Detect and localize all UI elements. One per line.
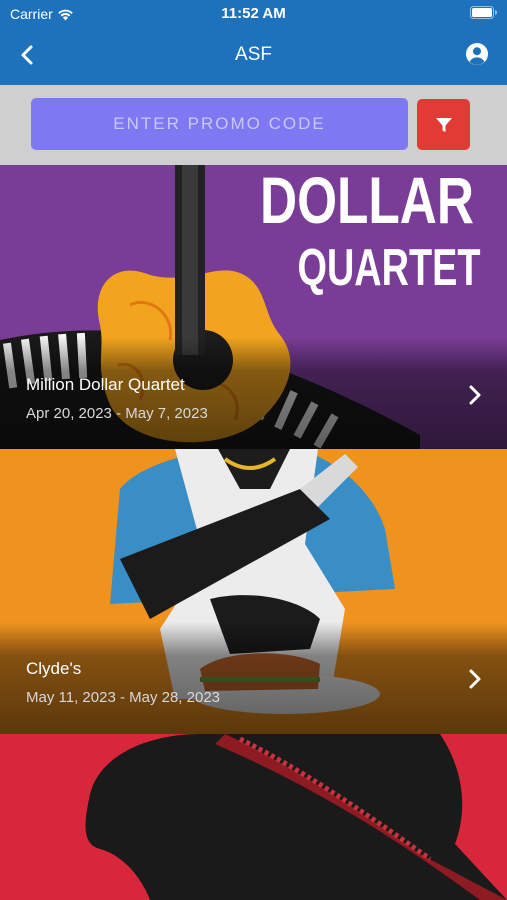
show-card[interactable] bbox=[0, 734, 507, 900]
funnel-icon bbox=[435, 117, 452, 132]
account-icon[interactable] bbox=[465, 42, 489, 66]
filter-button[interactable] bbox=[417, 99, 470, 150]
status-bar: Carrier 11:52 AM bbox=[0, 0, 507, 28]
status-time: 11:52 AM bbox=[221, 5, 286, 22]
show-dates: May 11, 2023 - May 28, 2023 bbox=[26, 689, 221, 706]
poster-title-line1: DOLLAR bbox=[260, 165, 474, 237]
poster-title-line2: QUARTET bbox=[298, 239, 481, 297]
show-card[interactable]: Clyde's May 11, 2023 - May 28, 2023 bbox=[0, 449, 507, 734]
chevron-right-icon bbox=[469, 669, 481, 689]
chevron-right-icon bbox=[469, 385, 481, 405]
promo-bar bbox=[0, 85, 507, 165]
show-poster-image bbox=[0, 734, 507, 900]
page-title: ASF bbox=[235, 44, 272, 65]
navigation-bar: Carrier 11:52 AM ASF bbox=[0, 0, 507, 85]
show-title: Million Dollar Quartet bbox=[26, 375, 185, 394]
show-card[interactable]: DOLLAR QUARTET Million Dollar Quartet Ap… bbox=[0, 165, 507, 449]
show-dates: Apr 20, 2023 - May 7, 2023 bbox=[26, 405, 208, 422]
show-title: Clyde's bbox=[26, 659, 82, 678]
promo-code-input[interactable] bbox=[31, 98, 408, 150]
battery-icon bbox=[470, 6, 497, 19]
